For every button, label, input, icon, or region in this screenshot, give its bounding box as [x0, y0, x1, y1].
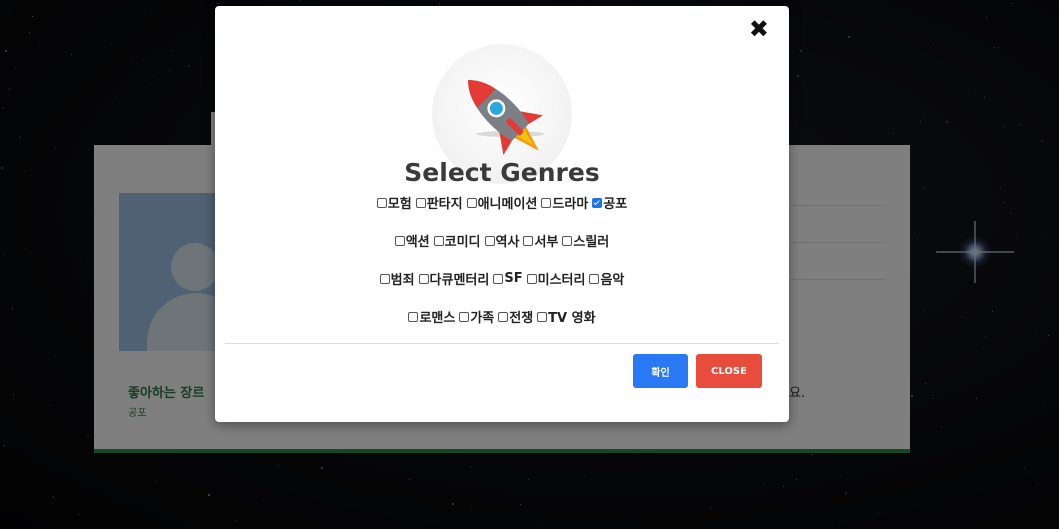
genre-checkbox[interactable] — [592, 197, 603, 208]
genre-checkbox[interactable] — [459, 311, 470, 322]
genre-checkbox[interactable] — [466, 197, 477, 208]
genre-option[interactable]: 판타지 — [415, 193, 463, 212]
genre-option[interactable]: 범죄 — [379, 269, 415, 288]
genre-label: 드라마 — [552, 197, 589, 212]
genre-checkbox[interactable] — [418, 273, 429, 284]
genre-label: 로맨스 — [419, 311, 456, 326]
genre-label: 스릴러 — [573, 235, 610, 250]
close-icon[interactable]: ✖ — [749, 12, 769, 46]
genre-checkbox[interactable] — [415, 197, 426, 208]
genre-option[interactable]: 애니메이션 — [466, 193, 538, 212]
genre-label: 액션 — [405, 235, 430, 250]
genre-label: 판타지 — [426, 197, 463, 212]
genre-option[interactable]: 모험 — [376, 193, 412, 212]
genre-checkbox[interactable] — [589, 273, 600, 284]
genre-option[interactable]: 로맨스 — [408, 307, 455, 326]
genre-label: 코미디 — [444, 235, 481, 250]
genre-label: 서부 — [534, 235, 559, 250]
genre-option[interactable]: 스릴러 — [562, 231, 609, 250]
genre-option[interactable]: 공포 — [592, 193, 627, 212]
genre-label: TV 영화 — [548, 311, 596, 326]
genre-checkbox[interactable] — [526, 273, 537, 284]
modal-footer-divider — [225, 343, 779, 344]
genre-label: SF — [504, 271, 523, 286]
genre-option[interactable]: 음악 — [589, 269, 624, 288]
genre-option[interactable]: 역사 — [484, 231, 520, 250]
genre-checkbox[interactable] — [408, 311, 419, 322]
genre-option[interactable]: 서부 — [523, 231, 558, 250]
genre-row-4: 로맨스 가족 전쟁 TV 영화 — [215, 307, 789, 326]
genre-modal: ✖ Select Genres 모험 판타지 애니메이션 드라마 공포 액션 코미디 역사 서… — [215, 6, 789, 422]
close-button[interactable]: CLOSE — [696, 354, 762, 388]
genre-checkbox[interactable] — [493, 273, 504, 284]
genre-label: 공포 — [603, 197, 628, 212]
genre-label: 음악 — [600, 273, 625, 288]
genre-label: 가족 — [470, 311, 495, 326]
genre-checkbox[interactable] — [562, 235, 573, 246]
genre-row-3: 범죄 다큐멘터리 SF 미스터리 음악 — [215, 269, 789, 288]
genre-checkbox[interactable] — [394, 235, 405, 246]
genre-option[interactable]: 가족 — [459, 307, 494, 326]
genre-label: 전쟁 — [509, 311, 534, 326]
genre-option[interactable]: TV 영화 — [537, 307, 596, 326]
genre-option[interactable]: 코미디 — [433, 231, 481, 250]
genre-row-1: 모험 판타지 애니메이션 드라마 공포 — [215, 193, 789, 212]
genre-checkbox[interactable] — [541, 197, 552, 208]
genre-checkbox[interactable] — [523, 235, 534, 246]
genre-checkbox[interactable] — [379, 273, 390, 284]
genre-label: 모험 — [387, 197, 412, 212]
genre-option[interactable]: 전쟁 — [498, 307, 533, 326]
genre-label: 미스터리 — [537, 273, 586, 288]
genre-row-2: 액션 코미디 역사 서부 스릴러 — [215, 231, 789, 250]
modal-title: Select Genres — [404, 158, 600, 187]
genre-label: 다큐멘터리 — [429, 273, 490, 288]
genre-option[interactable]: SF — [493, 271, 523, 286]
confirm-button[interactable]: 확인 — [633, 354, 688, 388]
genre-option[interactable]: 미스터리 — [526, 269, 586, 288]
genre-checkbox[interactable] — [537, 311, 548, 322]
genre-checkbox[interactable] — [498, 311, 509, 322]
genre-checkbox[interactable] — [376, 197, 387, 208]
genre-label: 역사 — [495, 235, 520, 250]
genre-checkbox[interactable] — [433, 235, 444, 246]
genre-option[interactable]: 드라마 — [541, 193, 588, 212]
genre-checkbox[interactable] — [484, 235, 495, 246]
genre-label: 범죄 — [390, 273, 415, 288]
genre-option[interactable]: 액션 — [394, 231, 430, 250]
genre-option[interactable]: 다큐멘터리 — [418, 269, 490, 288]
genre-label: 애니메이션 — [477, 197, 538, 212]
